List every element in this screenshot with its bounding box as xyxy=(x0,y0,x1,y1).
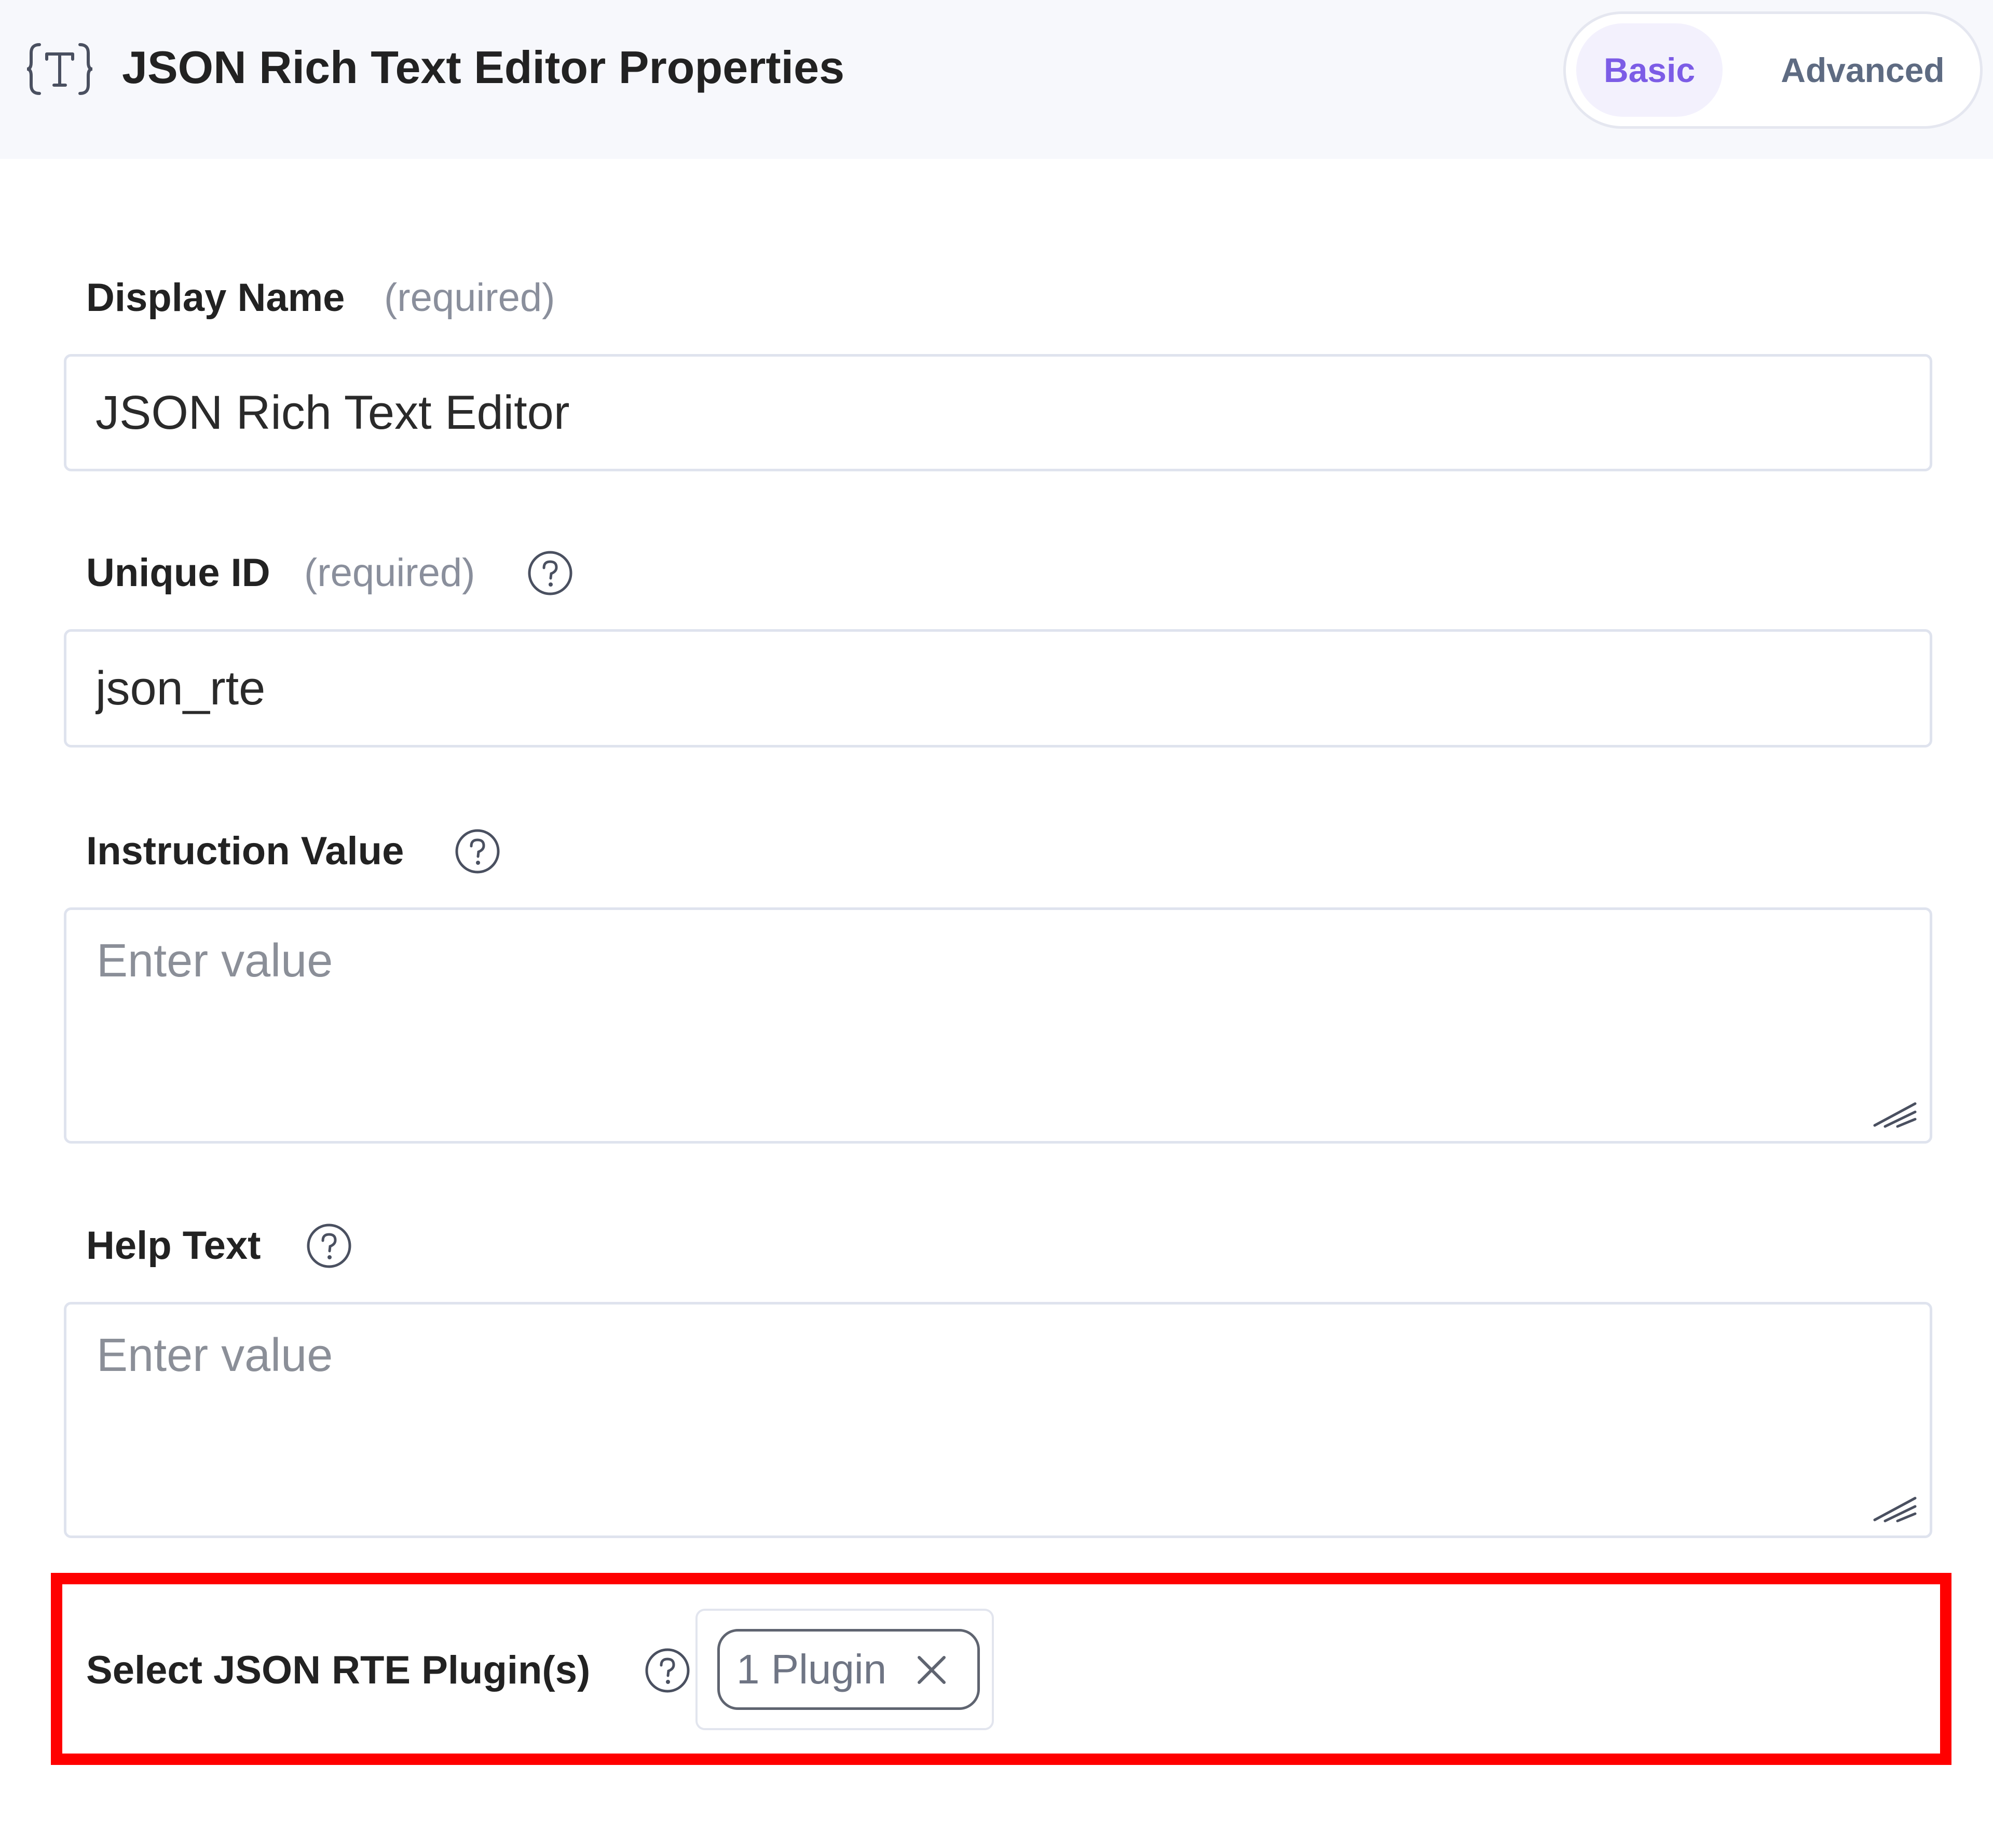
help-text-label: Help Text xyxy=(86,1224,261,1268)
plugins-label: Select JSON RTE Plugin(s) xyxy=(86,1648,591,1692)
properties-header: JSON Rich Text Editor Properties Basic A… xyxy=(0,0,1993,159)
tab-advanced[interactable]: Advanced xyxy=(1759,23,1967,117)
instruction-value-label: Instruction Value xyxy=(86,829,404,873)
close-icon[interactable] xyxy=(913,1651,950,1689)
question-circle-icon[interactable] xyxy=(304,1221,354,1271)
instruction-value-placeholder: Enter value xyxy=(97,935,333,987)
selected-plugins-count: 1 Plugin xyxy=(736,1646,887,1692)
unique-id-label: Unique ID xyxy=(86,551,270,595)
tab-group: Basic Advanced xyxy=(1563,11,1983,129)
question-circle-icon[interactable] xyxy=(453,826,502,876)
instruction-value-textarea[interactable]: Enter value xyxy=(64,907,1932,1144)
help-text-textarea[interactable]: Enter value xyxy=(64,1302,1932,1538)
question-circle-icon[interactable] xyxy=(643,1646,692,1695)
tab-basic[interactable]: Basic xyxy=(1576,23,1723,117)
plugin-select[interactable]: 1 Plugin xyxy=(695,1609,994,1730)
help-text-placeholder: Enter value xyxy=(97,1329,333,1381)
display-name-required: (required) xyxy=(384,276,555,320)
page-title: JSON Rich Text Editor Properties xyxy=(122,42,845,93)
unique-id-input[interactable] xyxy=(64,629,1932,748)
rich-text-json-icon xyxy=(26,43,93,95)
resize-handle-icon[interactable] xyxy=(1872,1488,1918,1524)
unique-id-required: (required) xyxy=(304,551,475,595)
question-circle-icon[interactable] xyxy=(525,548,575,598)
selected-plugins-tag[interactable]: 1 Plugin xyxy=(717,1629,980,1710)
resize-handle-icon[interactable] xyxy=(1872,1093,1918,1130)
display-name-input[interactable] xyxy=(64,354,1932,471)
display-name-label: Display Name xyxy=(86,276,345,320)
